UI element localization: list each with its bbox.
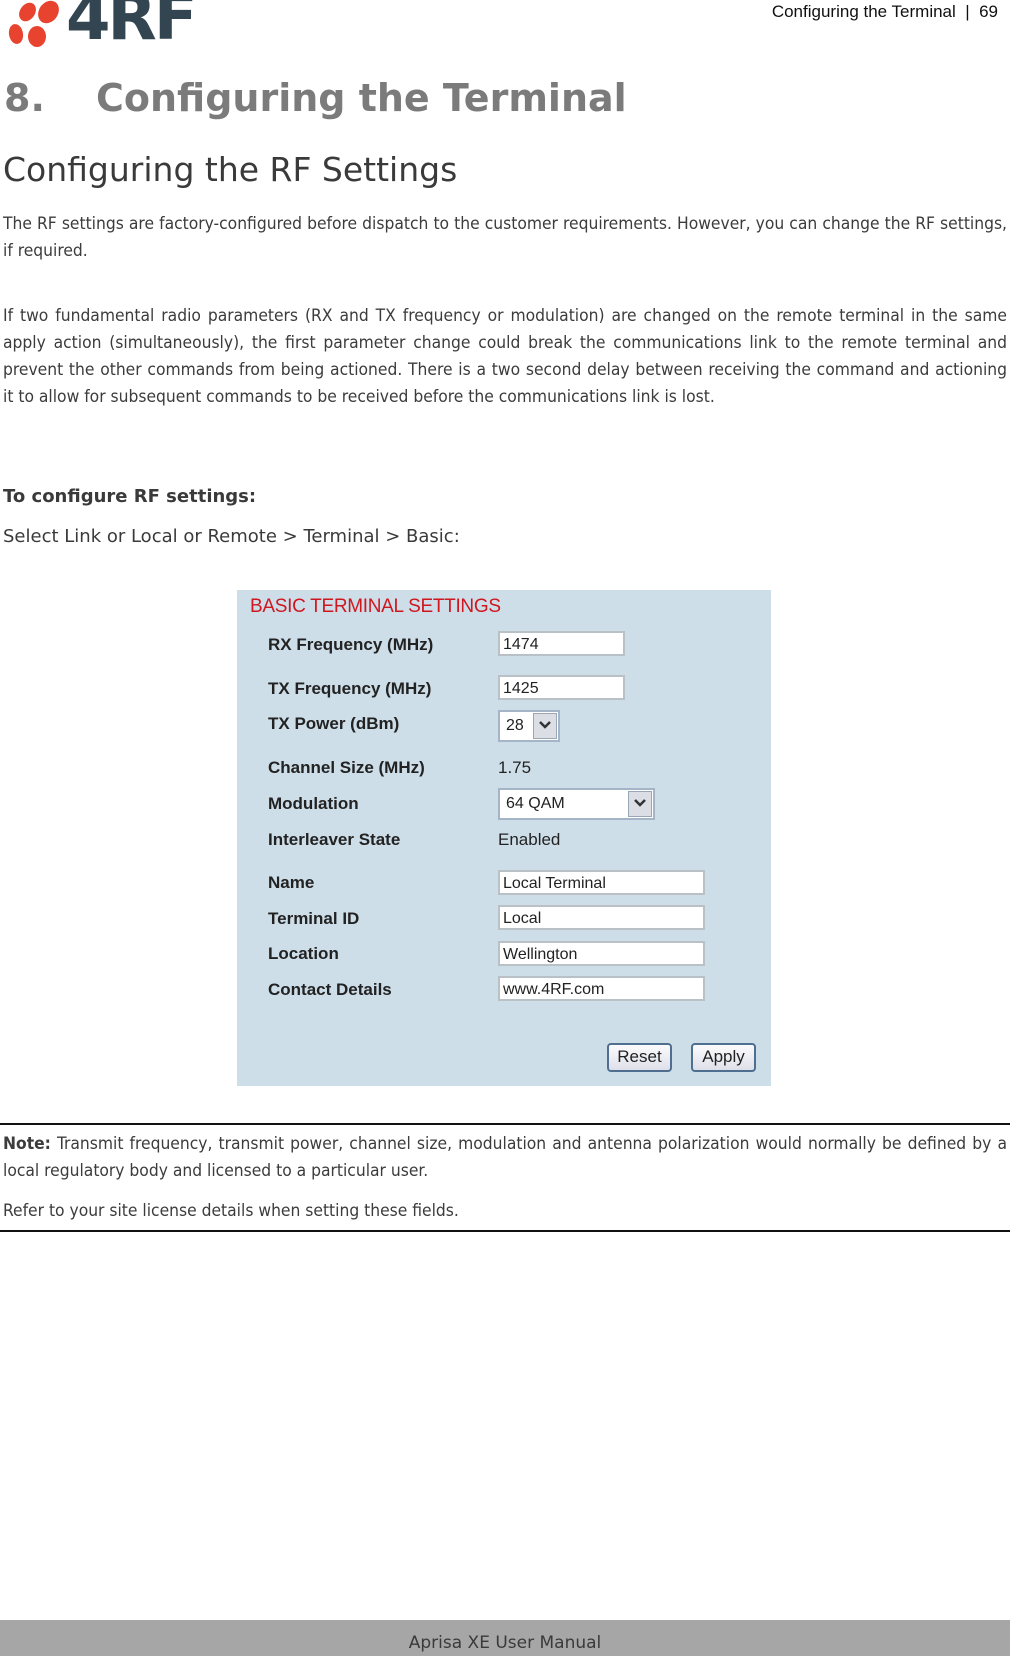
note-top-rule	[0, 1123, 1010, 1125]
logo-dot	[7, 22, 25, 46]
modulation-label: Modulation	[268, 794, 359, 813]
interleaver-value: Enabled	[498, 830, 561, 849]
tx-frequency-input[interactable]: 1425	[498, 675, 625, 700]
panel-title: BASIC TERMINAL SETTINGS	[250, 596, 501, 617]
logo-wordmark: 4RF	[66, 0, 198, 55]
footer-text: Aprisa XE User Manual	[408, 1633, 602, 1653]
tx-frequency-label: TX Frequency (MHz)	[268, 679, 432, 698]
tx-power-select[interactable]: 28	[498, 710, 560, 742]
note-body: Transmit frequency, transmit power, chan…	[3, 1134, 1007, 1181]
channel-size-label: Channel Size (MHz)	[268, 758, 425, 777]
rx-frequency-label: RX Frequency (MHz)	[268, 635, 434, 654]
reset-button[interactable]: Reset	[607, 1043, 672, 1072]
contact-details-input[interactable]: www.4RF.com	[498, 976, 705, 1001]
chevron-down-icon[interactable]	[533, 713, 557, 739]
logo-dot	[15, 0, 40, 25]
note-text-2: Refer to your site license details when …	[3, 1201, 459, 1221]
name-label: Name	[268, 873, 315, 892]
running-head: Configuring the Terminal | 69	[771, 2, 998, 21]
interleaver-label: Interleaver State	[268, 830, 401, 849]
intro-paragraph: The RF settings are factory-configured b…	[3, 214, 1007, 261]
chapter-title-text: Configuring the Terminal	[96, 76, 627, 120]
modulation-value: 64 QAM	[506, 795, 565, 812]
rx-frequency-input[interactable]: 1474	[498, 631, 625, 656]
note-bottom-rule	[0, 1230, 1010, 1232]
chapter-number: 8.	[4, 76, 45, 120]
section-title: Configuring the RF Settings	[3, 150, 458, 189]
note-prefix: Note:	[3, 1134, 51, 1154]
terminal-id-input[interactable]: Local	[498, 905, 705, 930]
location-input[interactable]: Wellington	[498, 941, 705, 966]
location-label: Location	[268, 944, 339, 963]
company-logo: 4RF	[6, 0, 198, 50]
chapter-title: 8. Configuring the Terminal	[4, 76, 627, 120]
contact-details-label: Contact Details	[268, 980, 392, 999]
procedure-step: Select Link or Local or Remote > Termina…	[3, 526, 460, 547]
note-text: Note: Transmit frequency, transmit power…	[3, 1131, 1007, 1185]
terminal-id-label: Terminal ID	[268, 909, 360, 928]
warning-paragraph: If two fundamental radio parameters (RX …	[3, 306, 1007, 407]
logo-dot	[33, 0, 64, 28]
name-input[interactable]: Local Terminal	[498, 870, 705, 895]
procedure-heading: To configure RF settings:	[3, 486, 257, 507]
tx-power-label: TX Power (dBm)	[268, 714, 400, 733]
page-footer: Aprisa XE User Manual	[0, 1620, 1010, 1656]
basic-terminal-settings-panel: BASIC TERMINAL SETTINGS RX Frequency (MH…	[237, 590, 771, 1086]
apply-button[interactable]: Apply	[691, 1043, 756, 1072]
modulation-select[interactable]: 64 QAM	[498, 788, 655, 820]
logo-dot	[28, 26, 46, 47]
chevron-down-icon[interactable]	[628, 791, 652, 817]
channel-size-value: 1.75	[498, 758, 532, 777]
tx-power-value: 28	[506, 717, 524, 734]
